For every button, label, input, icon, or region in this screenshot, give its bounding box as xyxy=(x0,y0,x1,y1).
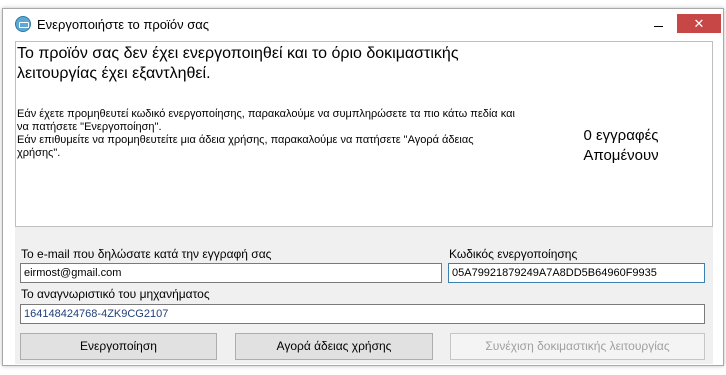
close-icon: ✕ xyxy=(693,16,705,31)
instruction-purchase: Εάν επιθυμείτε να προμηθευτείτε μια άδει… xyxy=(17,134,474,159)
instructions: Εάν έχετε προμηθευτεί κωδικό ενεργοποίησ… xyxy=(17,108,517,160)
email-label: Το e-mail που δηλώσατε κατά την εγγραφή … xyxy=(21,247,272,261)
minimize-icon xyxy=(654,26,663,27)
activation-code-field[interactable]: 05A79921879249A7A8DD5B64960F9935 xyxy=(448,263,705,283)
close-button[interactable]: ✕ xyxy=(677,14,721,33)
message-panel: Το προϊόν σας δεν έχει ενεργοποιηθεί και… xyxy=(15,41,713,226)
window-title: Ενεργοποιήστε το προϊόν σας xyxy=(37,17,210,32)
activate-button[interactable]: Ενεργοποίηση xyxy=(20,333,217,360)
activation-code-label: Κωδικός ενεργοποίησης xyxy=(449,247,578,261)
records-remaining-label: Απομένουν xyxy=(583,147,659,164)
activation-window: Ενεργοποιήστε το προϊόν σας ✕ Το προϊόν … xyxy=(2,8,724,366)
buy-license-button[interactable]: Αγορά άδειας χρήσης xyxy=(235,333,433,360)
email-field[interactable]: eirmost@gmail.com xyxy=(20,263,442,283)
records-remaining: 0 εγγραφές Απομένουν xyxy=(536,126,706,166)
instruction-activation: Εάν έχετε προμηθευτεί κωδικό ενεργοποίησ… xyxy=(17,108,515,133)
activation-form: Το e-mail που δηλώσατε κατά την εγγραφή … xyxy=(15,226,713,364)
app-icon xyxy=(15,16,31,32)
title-bar: Ενεργοποιήστε το προϊόν σας ✕ xyxy=(3,9,723,39)
machine-id-field[interactable]: 164148424768-4ZK9CG2107 xyxy=(20,304,705,324)
status-headline: Το προϊόν σας δεν έχει ενεργοποιηθεί και… xyxy=(17,45,459,82)
minimize-button[interactable] xyxy=(643,13,673,33)
records-count: 0 εγγραφές xyxy=(583,127,659,144)
continue-trial-button[interactable]: Συνέχιση δοκιμαστικής λειτουργίας xyxy=(450,333,705,360)
machine-id-label: Το αναγνωριστικό του μηχανήματος xyxy=(21,287,210,301)
